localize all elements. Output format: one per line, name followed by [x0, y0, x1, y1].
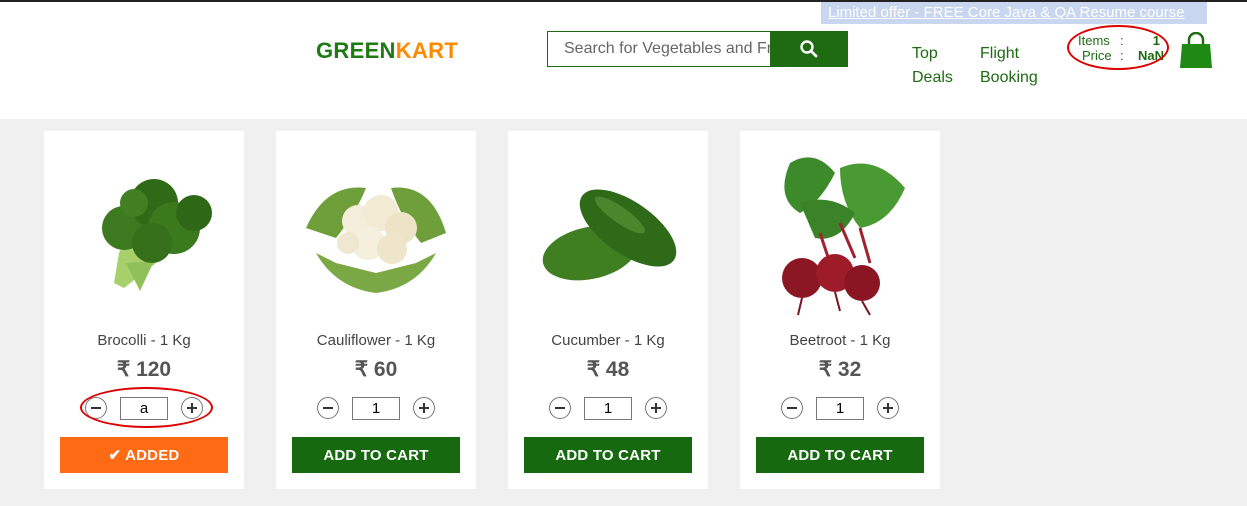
- product-price: ₹ 60: [354, 358, 398, 381]
- increment-button[interactable]: [645, 397, 667, 419]
- decrement-button[interactable]: [781, 397, 803, 419]
- minus-icon: [555, 407, 565, 409]
- quantity-input[interactable]: [120, 397, 168, 420]
- product-name: Cauliflower - 1 Kg: [316, 332, 436, 349]
- cauliflower-image: [306, 187, 446, 293]
- minus-icon: [787, 407, 797, 409]
- search-input[interactable]: [548, 32, 770, 66]
- add-to-cart-button[interactable]: ADD TO CART: [756, 437, 924, 473]
- cart-price-sep: :: [1120, 48, 1124, 63]
- quantity-stepper: [549, 397, 667, 421]
- nav-flight-booking-line1: Flight: [980, 45, 1020, 62]
- logo-orange-part: KART: [395, 38, 459, 63]
- nav-flight-booking-line2: Booking: [980, 69, 1038, 86]
- product-name: Beetroot - 1 Kg: [789, 332, 891, 349]
- cucumber-image: [542, 189, 677, 281]
- product-name: Cucumber - 1 Kg: [551, 332, 665, 349]
- limited-offer-link[interactable]: Limited offer - FREE Core Java & QA Resu…: [821, 2, 1207, 24]
- nav-top-deals[interactable]: Top Deals: [912, 42, 953, 90]
- decrement-button[interactable]: [85, 397, 107, 419]
- cart-button[interactable]: [1179, 31, 1213, 75]
- beetroot-image: [782, 157, 905, 316]
- quantity-input[interactable]: [352, 397, 400, 420]
- broccoli-image: [102, 179, 212, 291]
- logo-green-part: GREEN: [316, 38, 396, 63]
- added-button[interactable]: ✔ ADDED: [60, 437, 228, 473]
- decrement-button[interactable]: [549, 397, 571, 419]
- cart-price-value: NaN: [1138, 48, 1165, 63]
- product-price: ₹ 120: [116, 358, 172, 381]
- cart-price-row: Price : NaN: [1078, 48, 1165, 63]
- search-button[interactable]: [770, 32, 847, 66]
- increment-button[interactable]: [413, 397, 435, 419]
- search-icon: [799, 40, 817, 58]
- product-card-cauliflower: Cauliflower - 1 Kg ₹ 60 ADD TO CART: [276, 131, 476, 489]
- cart-info: Items : 1 Price : NaN: [1078, 33, 1165, 63]
- product-price: ₹ 32: [818, 358, 862, 381]
- quantity-stepper: [317, 397, 435, 421]
- increment-button[interactable]: [877, 397, 899, 419]
- cart-items-row: Items : 1: [1078, 33, 1160, 48]
- quantity-input[interactable]: [816, 397, 864, 420]
- nav-flight-booking[interactable]: Flight Booking: [980, 42, 1038, 90]
- plus-icon: [187, 403, 197, 413]
- product-card-brocolli: Brocolli - 1 Kg ₹ 120 ✔ ADDED: [44, 131, 244, 489]
- product-price: ₹ 48: [586, 358, 630, 381]
- nav-top-deals-line2: Deals: [912, 69, 953, 86]
- cart-items-label: Items: [1078, 33, 1110, 48]
- decrement-button[interactable]: [317, 397, 339, 419]
- cart-items-sep: :: [1120, 33, 1124, 48]
- quantity-stepper: [85, 397, 203, 421]
- product-card-cucumber: Cucumber - 1 Kg ₹ 48 ADD TO CART: [508, 131, 708, 489]
- quantity-stepper: [781, 397, 899, 421]
- increment-button[interactable]: [181, 397, 203, 419]
- add-to-cart-button[interactable]: ADD TO CART: [524, 437, 692, 473]
- quantity-input[interactable]: [584, 397, 632, 420]
- nav-top-deals-line1: Top: [912, 45, 938, 62]
- plus-icon: [651, 403, 661, 413]
- product-card-beetroot: Beetroot - 1 Kg ₹ 32 ADD TO CART: [740, 131, 940, 489]
- shopping-bag-icon: [1180, 31, 1212, 68]
- minus-icon: [91, 407, 101, 409]
- greenkart-logo[interactable]: GREENKART: [316, 38, 458, 64]
- search-bar: [547, 31, 848, 67]
- add-to-cart-button[interactable]: ADD TO CART: [292, 437, 460, 473]
- cart-price-label: Price: [1082, 48, 1112, 63]
- minus-icon: [323, 407, 333, 409]
- cart-items-value: 1: [1152, 33, 1160, 48]
- plus-icon: [419, 403, 429, 413]
- plus-icon: [883, 403, 893, 413]
- product-name: Brocolli - 1 Kg: [97, 332, 191, 349]
